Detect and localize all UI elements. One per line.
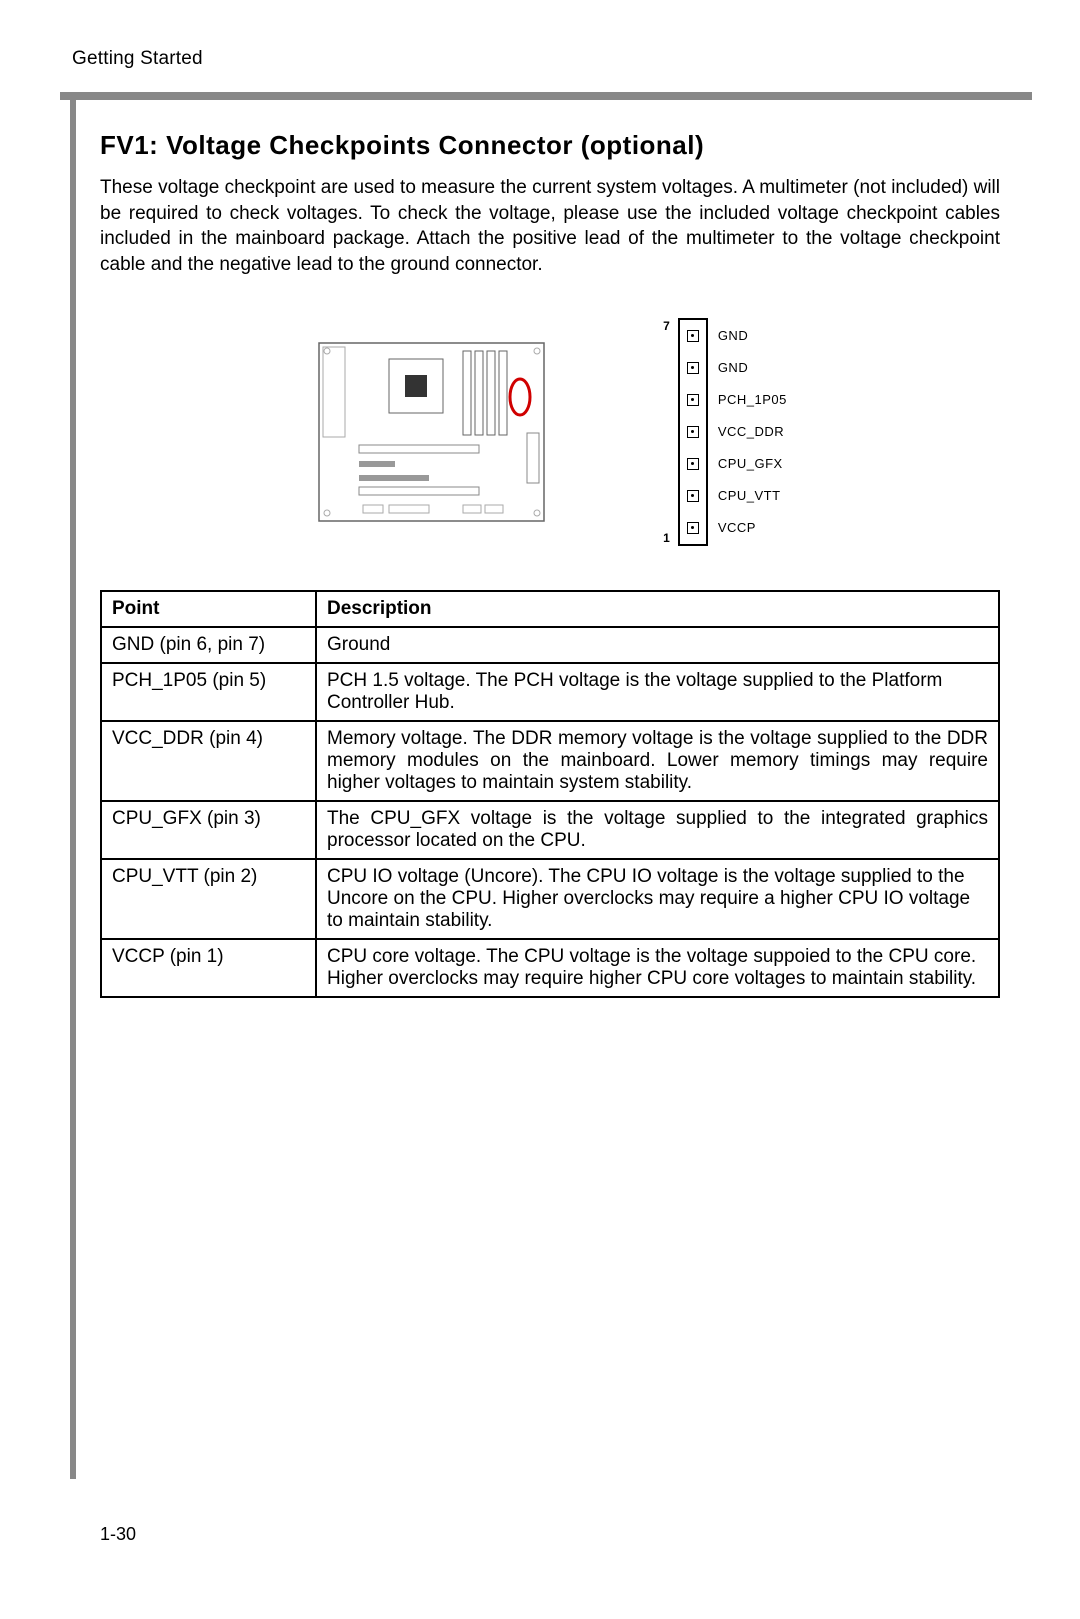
cell-desc: PCH 1.5 voltage. The PCH voltage is the … — [316, 663, 999, 721]
pin-number-top: 7 — [663, 319, 670, 333]
cell-point: PCH_1P05 (pin 5) — [101, 663, 316, 721]
table-header-point: Point — [101, 591, 316, 627]
pin — [680, 512, 706, 544]
cell-point: VCCP (pin 1) — [101, 939, 316, 997]
table-row: CPU_VTT (pin 2) CPU IO voltage (Uncore).… — [101, 859, 999, 939]
section-heading: FV1: Voltage Checkpoints Connector (opti… — [100, 130, 1000, 161]
table-body: GND (pin 6, pin 7) Ground PCH_1P05 (pin … — [101, 627, 999, 997]
connector-diagram: 7 1 GND GND PCH_1P05 VCC_DDR — [663, 318, 787, 546]
pin-label: PCH_1P05 — [718, 384, 787, 416]
page: Getting Started FV1: Voltage Checkpoints… — [0, 0, 1080, 1619]
pin — [680, 416, 706, 448]
pin-label: GND — [718, 320, 787, 352]
table-header-description: Description — [316, 591, 999, 627]
side-rule — [70, 92, 76, 1479]
cell-desc: The CPU_GFX voltage is the voltage suppl… — [316, 801, 999, 859]
cell-point: CPU_VTT (pin 2) — [101, 859, 316, 939]
top-rule — [60, 92, 1032, 100]
pin-column — [678, 318, 708, 546]
pin — [680, 352, 706, 384]
pin-label: GND — [718, 352, 787, 384]
content-area: FV1: Voltage Checkpoints Connector (opti… — [100, 130, 1000, 998]
motherboard-diagram — [313, 337, 573, 527]
pin-label: VCC_DDR — [718, 416, 787, 448]
pin — [680, 448, 706, 480]
cell-point: VCC_DDR (pin 4) — [101, 721, 316, 801]
cell-desc: Ground — [316, 627, 999, 663]
cell-desc: CPU IO voltage (Uncore). The CPU IO volt… — [316, 859, 999, 939]
table-row: PCH_1P05 (pin 5) PCH 1.5 voltage. The PC… — [101, 663, 999, 721]
pin — [680, 480, 706, 512]
section-intro: These voltage checkpoint are used to mea… — [100, 175, 1000, 278]
table-row: GND (pin 6, pin 7) Ground — [101, 627, 999, 663]
pin-label: CPU_VTT — [718, 480, 787, 512]
table-row: VCC_DDR (pin 4) Memory voltage. The DDR … — [101, 721, 999, 801]
pin-numbers: 7 1 — [663, 319, 670, 545]
pin-labels: GND GND PCH_1P05 VCC_DDR CPU_GFX CPU_VTT… — [718, 320, 787, 544]
cell-point: CPU_GFX (pin 3) — [101, 801, 316, 859]
running-header: Getting Started — [72, 48, 1008, 70]
motherboard-svg — [313, 337, 573, 527]
pin-number-bottom: 1 — [663, 531, 670, 545]
pin — [680, 320, 706, 352]
table-row: CPU_GFX (pin 3) The CPU_GFX voltage is t… — [101, 801, 999, 859]
cell-point: GND (pin 6, pin 7) — [101, 627, 316, 663]
table-row: VCCP (pin 1) CPU core voltage. The CPU v… — [101, 939, 999, 997]
pin — [680, 384, 706, 416]
pin-definition-table: Point Description GND (pin 6, pin 7) Gro… — [100, 590, 1000, 998]
cell-desc: Memory voltage. The DDR memory voltage i… — [316, 721, 999, 801]
diagram-row: 7 1 GND GND PCH_1P05 VCC_DDR — [100, 318, 1000, 546]
page-number: 1-30 — [100, 1524, 136, 1545]
pin-label: CPU_GFX — [718, 448, 787, 480]
pin-label: VCCP — [718, 512, 787, 544]
cell-desc: CPU core voltage. The CPU voltage is the… — [316, 939, 999, 997]
